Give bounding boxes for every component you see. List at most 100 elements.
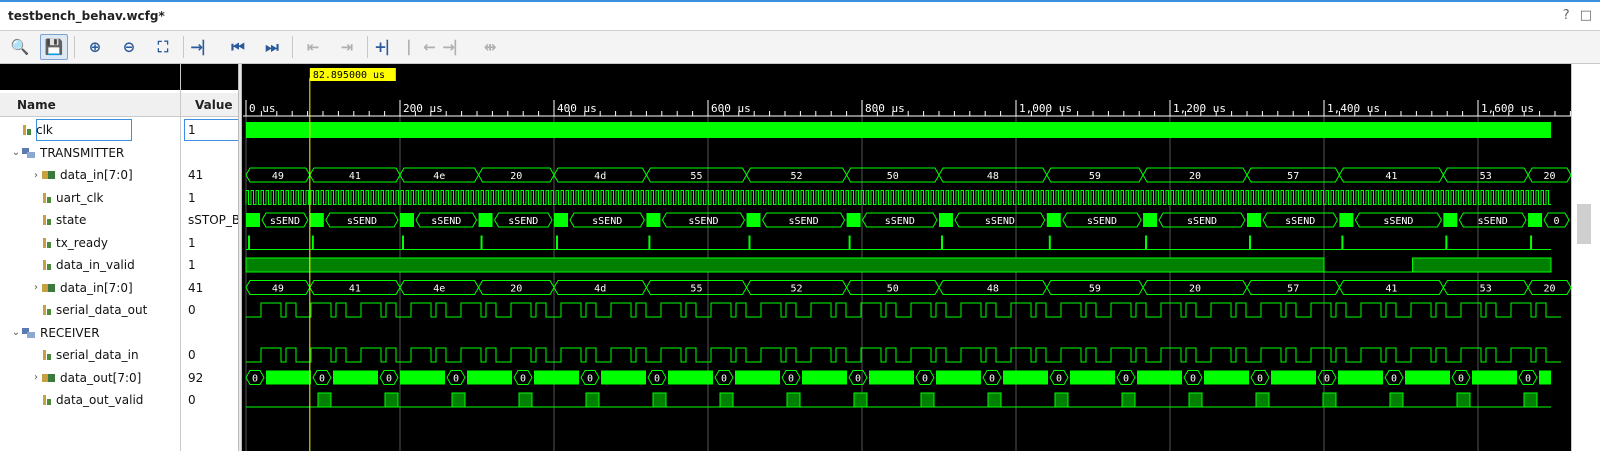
signal-row[interactable]: tx_ready xyxy=(30,232,108,254)
expand-chevron-icon[interactable]: › xyxy=(30,170,42,181)
go-to-time-zero-button[interactable]: ⏮ xyxy=(224,34,252,60)
tx-data-in-bus-2-value-label: 20 xyxy=(1189,284,1201,295)
data-out-valid-pulse xyxy=(987,392,1002,408)
scrollbar-thumb[interactable] xyxy=(1577,204,1591,244)
pane-splitter[interactable] xyxy=(238,64,242,451)
rx-data-out-block xyxy=(1003,370,1048,385)
data-out-valid-pulse xyxy=(719,392,734,408)
ruler-tick-label: 600 us xyxy=(711,102,751,115)
ruler-tick-label: 800 us xyxy=(865,102,905,115)
rx-data-out-block xyxy=(869,370,914,385)
rx-data-out-value-label: 0 xyxy=(520,374,526,385)
data-out-valid-pulse xyxy=(317,392,332,408)
signal-row[interactable]: ⌄ RECEIVER xyxy=(10,322,100,344)
tx-data-in-bus-value-label: 41 xyxy=(349,171,361,182)
zoom-in-button[interactable]: ⊕ xyxy=(81,34,109,60)
ruler-tick-label: 1,200 us xyxy=(1173,102,1226,115)
signal-row[interactable]: › data_in[7:0] xyxy=(30,164,133,186)
zoom-out-button[interactable]: ⊖ xyxy=(115,34,143,60)
save-button[interactable]: 💾 xyxy=(40,34,68,60)
tx-data-in-bus-2-value-label: 57 xyxy=(1287,284,1299,295)
tx-data-in-bus-2-value-label: 20 xyxy=(510,284,522,295)
signal-row[interactable]: data_in_valid xyxy=(30,254,135,276)
restore-window-icon[interactable]: □ xyxy=(1580,8,1592,23)
state-wave-block xyxy=(554,213,568,227)
save-icon: 💾 xyxy=(44,38,64,56)
value-column-header[interactable]: Value xyxy=(181,93,239,117)
previous-transition-button[interactable]: ⇤ xyxy=(299,34,327,60)
previous-marker-button[interactable]: ⎸← xyxy=(408,34,436,60)
signal-row[interactable]: › data_in[7:0] xyxy=(30,277,133,299)
signal-row[interactable]: › data_out[7:0] xyxy=(30,367,141,389)
add-marker-button[interactable]: +⎸ xyxy=(374,34,402,60)
waveform-canvas[interactable]: 0 us 200 us 400 us 600 us 800 us 1,000 us 1,20… xyxy=(243,64,1572,451)
next-marker-button[interactable]: →⎸ xyxy=(442,34,470,60)
go-to-last-time-button[interactable]: ⏭ xyxy=(258,34,286,60)
search-button[interactable]: 🔍 xyxy=(6,34,34,60)
signal-row[interactable]: ⌄ TRANSMITTER xyxy=(10,142,124,164)
ruler-tick-label: 200 us xyxy=(403,102,443,115)
data-out-valid-pulse xyxy=(1322,392,1337,408)
state-wave-block xyxy=(1046,213,1061,227)
rx-data-out-value-label: 0 xyxy=(721,374,727,385)
rx-data-out-block xyxy=(1338,370,1383,385)
tx-data-in-bus-value-label: 4d xyxy=(594,171,606,182)
bit-signal-icon xyxy=(42,192,52,204)
tx-data-in-bus-2-value-label: 53 xyxy=(1480,284,1492,295)
next-transition-button[interactable]: ⇥ xyxy=(333,34,361,60)
data-out-valid-pulse xyxy=(1054,392,1069,408)
signal-value: 92 xyxy=(188,370,204,385)
ruler-tick-label: 400 us xyxy=(557,102,597,115)
state-wave-block xyxy=(1247,213,1261,227)
signal-value: 0 xyxy=(188,303,196,317)
signal-row[interactable]: uart_clk xyxy=(30,187,103,209)
data-out-valid-pulse xyxy=(1523,392,1538,408)
uart-clk-wave xyxy=(245,190,1551,205)
signal-name: TRANSMITTER xyxy=(40,145,125,160)
expand-chevron-icon[interactable]: ⌄ xyxy=(10,147,22,158)
window-titlebar: testbench_behav.wcfg* ? □ xyxy=(0,0,1600,31)
swap-cursors-icon: ⇹ xyxy=(483,38,497,56)
state-value-label: sSEND xyxy=(592,216,622,227)
bit-signal-icon xyxy=(42,259,52,271)
signal-value: 1 xyxy=(188,190,196,205)
expand-chevron-icon[interactable]: › xyxy=(30,282,42,293)
zoom-out-icon: ⊖ xyxy=(122,38,136,56)
rx-data-out-block xyxy=(1070,370,1115,385)
tx-data-in-bus-value-label: 20 xyxy=(1189,171,1201,182)
state-value-label: sSEND xyxy=(270,216,300,227)
vertical-scrollbar[interactable] xyxy=(1571,64,1600,451)
tx-ready-pulse xyxy=(1249,235,1251,250)
signal-row[interactable]: serial_data_out xyxy=(30,299,147,321)
expand-chevron-icon[interactable]: ⌄ xyxy=(10,327,22,338)
tx-data-in-bus-value-label: 20 xyxy=(1544,171,1556,182)
tx-data-in-bus-value-label: 49 xyxy=(272,171,284,182)
signal-row[interactable]: state xyxy=(30,209,86,231)
bit-signal-icon xyxy=(42,394,52,406)
signal-row[interactable]: serial_data_in xyxy=(30,344,139,366)
tx-ready-pulse xyxy=(1145,235,1148,250)
previous-marker-icon: ⎸← xyxy=(408,38,436,56)
signal-value: 1 xyxy=(188,123,196,137)
signal-row[interactable]: clk xyxy=(10,119,53,141)
tx-ready-pulse xyxy=(848,235,851,250)
rx-data-out-block xyxy=(1472,370,1517,385)
swap-cursors-button[interactable]: ⇹ xyxy=(476,34,504,60)
signal-value xyxy=(188,322,238,344)
expand-chevron-icon[interactable]: › xyxy=(30,372,42,383)
tx-data-in-bus-value-label: 57 xyxy=(1287,171,1299,182)
go-to-cursor-button[interactable]: →⎸ xyxy=(190,34,218,60)
ruler-tick-label: 1,000 us xyxy=(1019,102,1072,115)
signal-name-pane: Name clk ⌄ TRANSMITTER › data_in[7:0] uart_cl… xyxy=(0,64,180,451)
state-wave-block xyxy=(309,213,324,227)
next-marker-icon: →⎸ xyxy=(442,38,470,56)
state-wave-block xyxy=(478,213,493,227)
signal-row[interactable]: data_out_valid xyxy=(30,389,143,411)
zoom-in-icon: ⊕ xyxy=(88,38,102,56)
name-column-header[interactable]: Name xyxy=(0,93,180,117)
signal-name: serial_data_out xyxy=(56,303,148,317)
help-icon[interactable]: ? xyxy=(1563,8,1570,23)
tx-data-in-bus-2-value-label: 41 xyxy=(349,284,361,295)
zoom-fit-button[interactable]: ⛶ xyxy=(149,34,177,60)
bit-signal-icon xyxy=(42,237,52,249)
